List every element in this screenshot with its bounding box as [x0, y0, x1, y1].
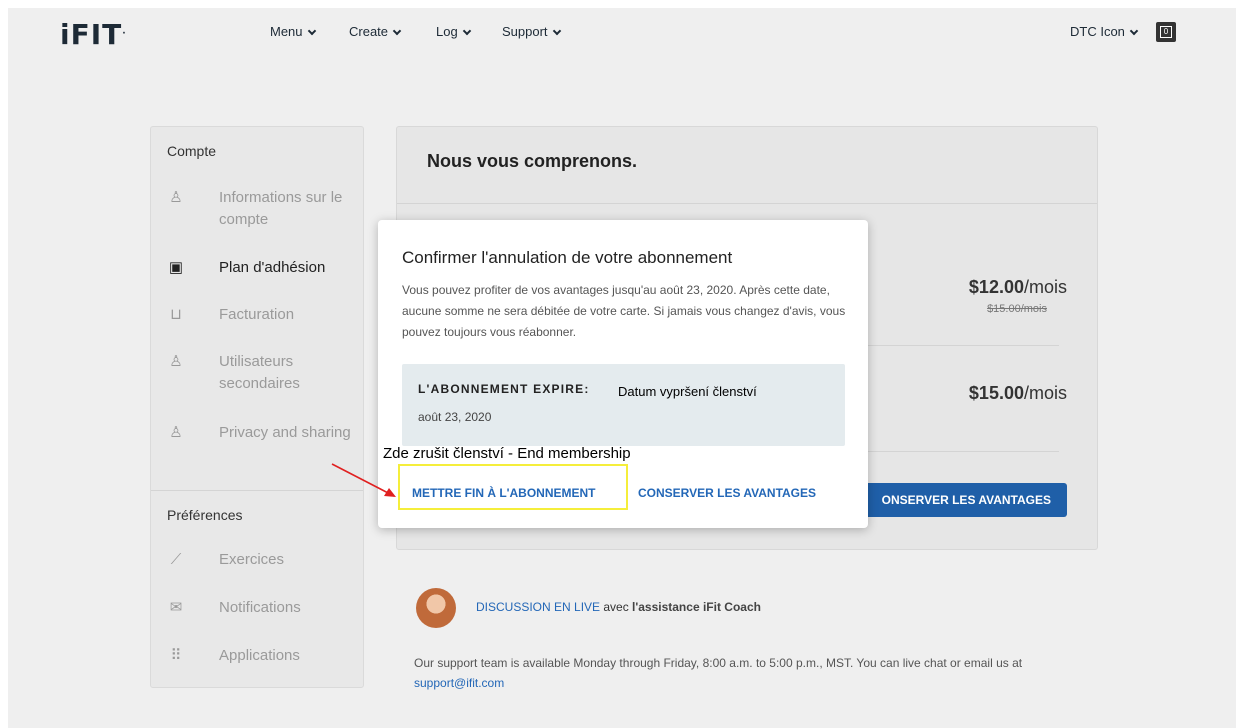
expiration-date: août 23, 2020	[418, 410, 492, 424]
page-frame: iFIT. Menu Create Log Support DTC Icon 0…	[8, 8, 1236, 728]
dialog-body: Vous pouvez profiter de vos avantages ju…	[402, 283, 846, 339]
expiration-box: L'ABONNEMENT EXPIRE: août 23, 2020 Datum…	[402, 364, 845, 446]
dialog-title: Confirmer l'annulation de votre abonneme…	[402, 248, 733, 267]
keep-benefits-button[interactable]: CONSERVER LES AVANTAGES	[638, 486, 816, 500]
expiration-label: L'ABONNEMENT EXPIRE:	[418, 382, 590, 396]
expiry-annotation: Datum vypršení členství	[618, 384, 757, 399]
highlight-box	[398, 464, 628, 510]
end-membership-annotation: Zde zrušit členství - End membership	[383, 445, 631, 462]
annotation-arrow-icon	[331, 463, 396, 497]
